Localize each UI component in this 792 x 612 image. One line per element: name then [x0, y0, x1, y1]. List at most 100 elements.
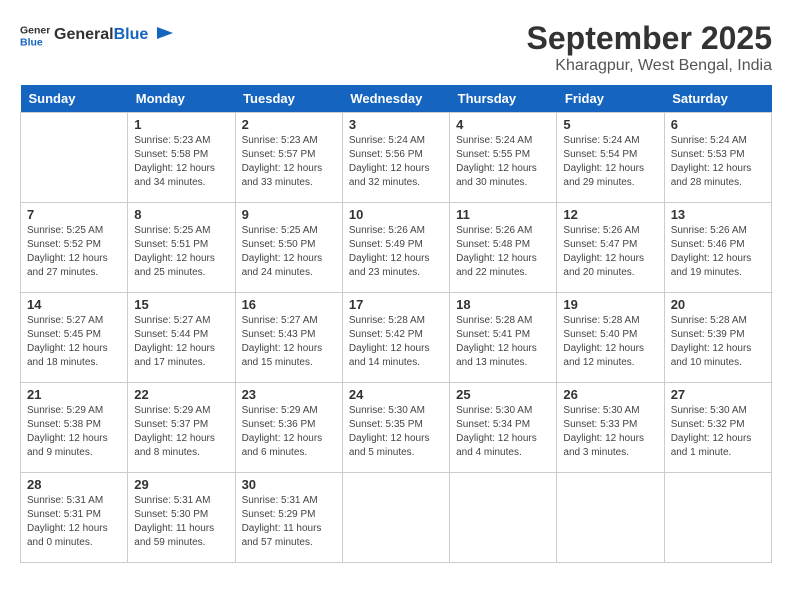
calendar-week-row: 14 Sunrise: 5:27 AMSunset: 5:45 PMDayligh…: [21, 293, 772, 383]
day-number: 8: [134, 207, 228, 222]
day-number: 23: [242, 387, 336, 402]
cell-info: Sunrise: 5:26 AMSunset: 5:47 PMDaylight:…: [563, 224, 657, 280]
calendar-cell: 23 Sunrise: 5:29 AMSunset: 5:36 PMDayligh…: [235, 383, 342, 473]
cell-info: Sunrise: 5:29 AMSunset: 5:36 PMDaylight:…: [242, 404, 336, 460]
calendar-cell: 10 Sunrise: 5:26 AMSunset: 5:49 PMDayligh…: [342, 203, 449, 293]
day-header-wednesday: Wednesday: [342, 85, 449, 113]
day-number: 28: [27, 477, 121, 492]
calendar-cell: 21Sunrise: 5:29 AMSunset: 5:38 PMDayligh…: [21, 383, 128, 473]
logo: General Blue GeneralBlue: [20, 20, 175, 50]
day-number: 4: [456, 117, 550, 132]
cell-info: Sunrise: 5:28 AMSunset: 5:40 PMDaylight:…: [563, 314, 657, 370]
calendar-cell: 8Sunrise: 5:25 AMSunset: 5:51 PMDaylight…: [128, 203, 235, 293]
calendar-cell: 1 Sunrise: 5:23 AMSunset: 5:58 PMDaylight…: [128, 113, 235, 203]
cell-info: Sunrise: 5:30 AMSunset: 5:32 PMDaylight:…: [671, 404, 765, 460]
cell-info: Sunrise: 5:30 AMSunset: 5:35 PMDaylight:…: [349, 404, 443, 460]
calendar-week-row: 7 Sunrise: 5:25 AMSunset: 5:52 PMDaylight…: [21, 203, 772, 293]
calendar-cell: 9 Sunrise: 5:25 AMSunset: 5:50 PMDaylight…: [235, 203, 342, 293]
calendar-header-row: SundayMondayTuesdayWednesdayThursdayFrid…: [21, 85, 772, 113]
day-number: 24: [349, 387, 443, 402]
calendar-cell: 2 Sunrise: 5:23 AMSunset: 5:57 PMDaylight…: [235, 113, 342, 203]
calendar-cell: 4 Sunrise: 5:24 AMSunset: 5:55 PMDaylight…: [450, 113, 557, 203]
cell-info: Sunrise: 5:28 AMSunset: 5:42 PMDaylight:…: [349, 314, 443, 370]
day-header-monday: Monday: [128, 85, 235, 113]
logo-icon: General Blue: [20, 20, 50, 50]
day-number: 14: [27, 297, 121, 312]
cell-info: Sunrise: 5:28 AMSunset: 5:41 PMDaylight:…: [456, 314, 550, 370]
calendar-week-row: 28 Sunrise: 5:31 AMSunset: 5:31 PMDayligh…: [21, 473, 772, 563]
calendar-cell: 27 Sunrise: 5:30 AMSunset: 5:32 PMDayligh…: [664, 383, 771, 473]
day-number: 11: [456, 207, 550, 222]
day-number: 12: [563, 207, 657, 222]
cell-info: Sunrise: 5:23 AMSunset: 5:57 PMDaylight:…: [242, 134, 336, 190]
day-number: 27: [671, 387, 765, 402]
calendar-cell: 16Sunrise: 5:27 AMSunset: 5:43 PMDayligh…: [235, 293, 342, 383]
calendar-cell: 26Sunrise: 5:30 AMSunset: 5:33 PMDayligh…: [557, 383, 664, 473]
calendar-cell: 11 Sunrise: 5:26 AMSunset: 5:48 PMDayligh…: [450, 203, 557, 293]
cell-info: Sunrise: 5:26 AMSunset: 5:46 PMDaylight:…: [671, 224, 765, 280]
cell-info: Sunrise: 5:23 AMSunset: 5:58 PMDaylight:…: [134, 134, 228, 190]
cell-info: Sunrise: 5:25 AMSunset: 5:52 PMDaylight:…: [27, 224, 121, 280]
cell-info: Sunrise: 5:27 AMSunset: 5:45 PMDaylight:…: [27, 314, 121, 370]
cell-info: Sunrise: 5:26 AMSunset: 5:48 PMDaylight:…: [456, 224, 550, 280]
day-number: 10: [349, 207, 443, 222]
calendar-cell: 14 Sunrise: 5:27 AMSunset: 5:45 PMDayligh…: [21, 293, 128, 383]
calendar-cell: 18 Sunrise: 5:28 AMSunset: 5:41 PMDayligh…: [450, 293, 557, 383]
calendar-cell: 28 Sunrise: 5:31 AMSunset: 5:31 PMDayligh…: [21, 473, 128, 563]
svg-text:Blue: Blue: [20, 37, 43, 49]
cell-info: Sunrise: 5:26 AMSunset: 5:49 PMDaylight:…: [349, 224, 443, 280]
calendar-cell: 20 Sunrise: 5:28 AMSunset: 5:39 PMDayligh…: [664, 293, 771, 383]
cell-info: Sunrise: 5:31 AMSunset: 5:31 PMDaylight:…: [27, 494, 121, 550]
calendar-cell: 22Sunrise: 5:29 AMSunset: 5:37 PMDayligh…: [128, 383, 235, 473]
calendar-cell: 17 Sunrise: 5:28 AMSunset: 5:42 PMDayligh…: [342, 293, 449, 383]
cell-info: Sunrise: 5:29 AMSunset: 5:38 PMDaylight:…: [27, 404, 121, 460]
calendar-cell: [342, 473, 449, 563]
day-number: 3: [349, 117, 443, 132]
cell-info: Sunrise: 5:24 AMSunset: 5:53 PMDaylight:…: [671, 134, 765, 190]
calendar-week-row: 21Sunrise: 5:29 AMSunset: 5:38 PMDayligh…: [21, 383, 772, 473]
day-number: 30: [242, 477, 336, 492]
cell-info: Sunrise: 5:24 AMSunset: 5:55 PMDaylight:…: [456, 134, 550, 190]
cell-info: Sunrise: 5:27 AMSunset: 5:44 PMDaylight:…: [134, 314, 228, 370]
calendar-cell: 12 Sunrise: 5:26 AMSunset: 5:47 PMDayligh…: [557, 203, 664, 293]
calendar-cell: 24 Sunrise: 5:30 AMSunset: 5:35 PMDayligh…: [342, 383, 449, 473]
calendar-cell: 3 Sunrise: 5:24 AMSunset: 5:56 PMDaylight…: [342, 113, 449, 203]
calendar-cell: [557, 473, 664, 563]
day-number: 2: [242, 117, 336, 132]
day-number: 9: [242, 207, 336, 222]
calendar-cell: 15 Sunrise: 5:27 AMSunset: 5:44 PMDayligh…: [128, 293, 235, 383]
cell-info: Sunrise: 5:31 AMSunset: 5:30 PMDaylight:…: [134, 494, 228, 550]
day-number: 7: [27, 207, 121, 222]
calendar-cell: 29 Sunrise: 5:31 AMSunset: 5:30 PMDayligh…: [128, 473, 235, 563]
calendar-cell: 30 Sunrise: 5:31 AMSunset: 5:29 PMDayligh…: [235, 473, 342, 563]
calendar-cell: [664, 473, 771, 563]
day-number: 13: [671, 207, 765, 222]
day-number: 18: [456, 297, 550, 312]
cell-info: Sunrise: 5:24 AMSunset: 5:54 PMDaylight:…: [563, 134, 657, 190]
day-header-saturday: Saturday: [664, 85, 771, 113]
day-number: 1: [134, 117, 228, 132]
day-header-friday: Friday: [557, 85, 664, 113]
calendar-cell: 25Sunrise: 5:30 AMSunset: 5:34 PMDayligh…: [450, 383, 557, 473]
day-number: 15: [134, 297, 228, 312]
cell-info: Sunrise: 5:30 AMSunset: 5:34 PMDaylight:…: [456, 404, 550, 460]
calendar-body: 1 Sunrise: 5:23 AMSunset: 5:58 PMDaylight…: [21, 113, 772, 563]
day-number: 22: [134, 387, 228, 402]
calendar-week-row: 1 Sunrise: 5:23 AMSunset: 5:58 PMDaylight…: [21, 113, 772, 203]
logo-text: GeneralBlue: [54, 25, 175, 45]
logo-flag-icon: [155, 25, 175, 45]
cell-info: Sunrise: 5:27 AMSunset: 5:43 PMDaylight:…: [242, 314, 336, 370]
day-number: 20: [671, 297, 765, 312]
day-number: 5: [563, 117, 657, 132]
day-number: 29: [134, 477, 228, 492]
cell-info: Sunrise: 5:28 AMSunset: 5:39 PMDaylight:…: [671, 314, 765, 370]
day-number: 19: [563, 297, 657, 312]
cell-info: Sunrise: 5:24 AMSunset: 5:56 PMDaylight:…: [349, 134, 443, 190]
svg-text:General: General: [20, 25, 50, 37]
cell-info: Sunrise: 5:25 AMSunset: 5:50 PMDaylight:…: [242, 224, 336, 280]
page-header: General Blue GeneralBlue September 2025 …: [20, 20, 772, 75]
day-header-sunday: Sunday: [21, 85, 128, 113]
cell-info: Sunrise: 5:31 AMSunset: 5:29 PMDaylight:…: [242, 494, 336, 550]
day-number: 17: [349, 297, 443, 312]
cell-info: Sunrise: 5:30 AMSunset: 5:33 PMDaylight:…: [563, 404, 657, 460]
